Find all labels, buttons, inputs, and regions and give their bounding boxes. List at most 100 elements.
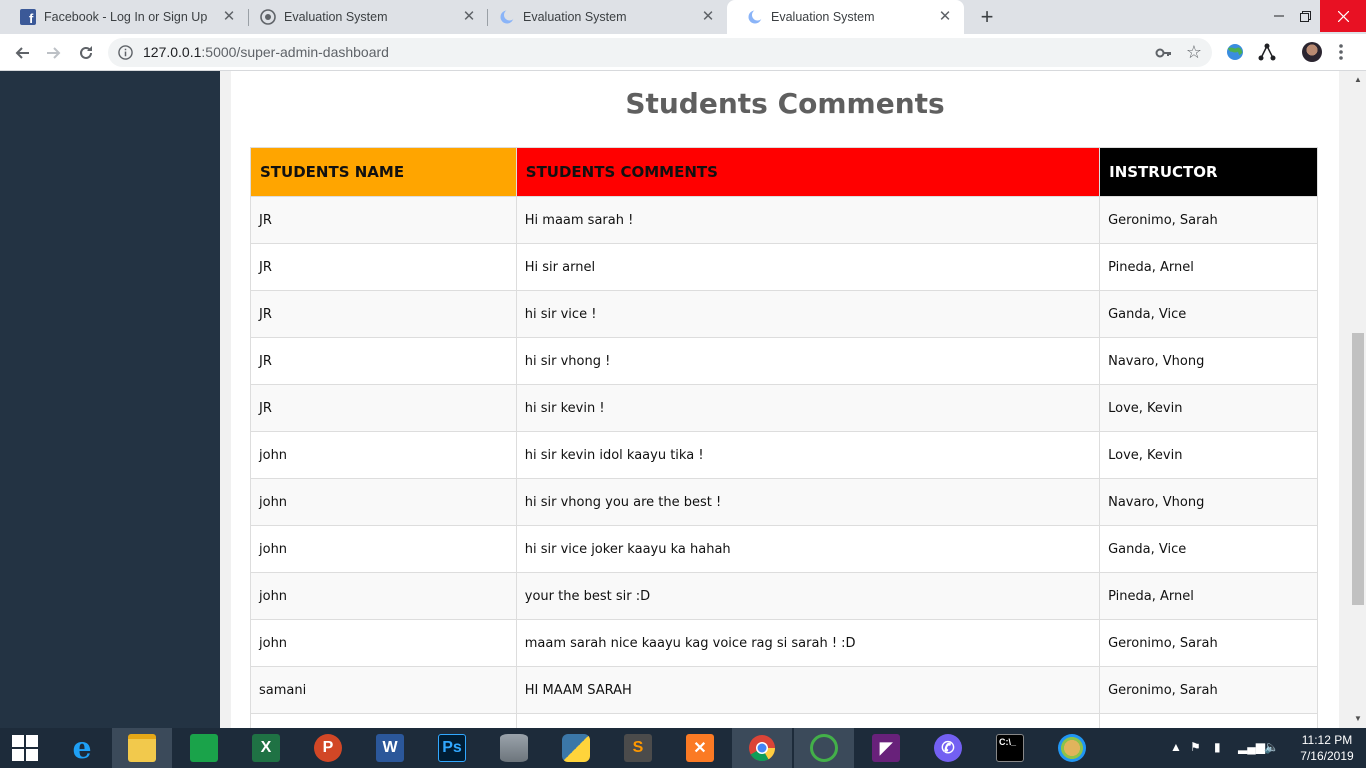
key-icon[interactable] xyxy=(1154,44,1172,62)
tab-evaluation-1[interactable]: Evaluation System ✕ xyxy=(240,0,488,34)
windows-taskbar: e X P W Ps S ✕ ◤ ✆ C:\_ ▲ ⚑ ▮ ▂▄▆ 🔈 11:1… xyxy=(0,728,1366,768)
action-center-flag-icon[interactable]: ⚑ xyxy=(1190,740,1201,756)
cell-student-comment: HI MAAM SARAH xyxy=(515,666,1101,714)
facebook-icon: f xyxy=(20,9,36,25)
sublime-icon[interactable]: S xyxy=(608,728,668,768)
profile-avatar[interactable] xyxy=(1302,42,1322,62)
cell-instructor: Pineda, Arnel xyxy=(1099,572,1318,620)
word-icon[interactable]: W xyxy=(360,728,420,768)
table-row: JR hi sir vice ! Ganda, Vice xyxy=(250,290,1318,338)
cell-instructor: Love, Kevin xyxy=(1099,384,1318,432)
cell-instructor: Navaro, Vhong xyxy=(1099,337,1318,385)
close-tab-icon[interactable]: ✕ xyxy=(699,8,717,26)
close-tab-icon[interactable]: ✕ xyxy=(220,8,238,26)
close-tab-icon[interactable]: ✕ xyxy=(936,8,954,26)
paint-icon[interactable] xyxy=(1042,728,1102,768)
powerpoint-icon[interactable]: P xyxy=(298,728,358,768)
reload-button[interactable] xyxy=(73,40,99,66)
tab-title: Evaluation System xyxy=(523,10,627,24)
cell-student-comment: hi sir vice ! xyxy=(515,290,1101,338)
bookmark-star-icon[interactable]: ☆ xyxy=(1186,42,1202,62)
table-row: john your the best sir :D Pineda, Arnel xyxy=(250,572,1318,620)
cell-student-comment: maam sarah nice kaayu kag voice rag si s… xyxy=(515,619,1101,667)
url-text: 127.0.0.1:5000/super-admin-dashboard xyxy=(143,44,389,60)
comments-table: STUDENTS NAME STUDENTS COMMENTS INSTRUCT… xyxy=(250,147,1318,728)
address-bar[interactable]: 127.0.0.1:5000/super-admin-dashboard ☆ xyxy=(108,38,1212,67)
extension-globe-icon[interactable] xyxy=(1225,42,1245,62)
header-student-comments: STUDENTS COMMENTS xyxy=(515,147,1101,197)
table-row: john maam sarah nice kaayu kag voice rag … xyxy=(250,619,1318,667)
photoshop-icon[interactable]: Ps xyxy=(422,728,482,768)
close-window-button[interactable] xyxy=(1320,0,1366,32)
close-tab-icon[interactable]: ✕ xyxy=(460,8,478,26)
clock-time: 11:12 PM xyxy=(1301,733,1353,747)
cell-student-comment: hi sir kevin ! xyxy=(515,384,1101,432)
show-hidden-icons-icon[interactable]: ▲ xyxy=(1170,740,1182,756)
system-clock[interactable]: 11:12 PM 7/16/2019 xyxy=(1292,732,1362,764)
tab-evaluation-active[interactable]: Evaluation System ✕ xyxy=(727,0,964,34)
back-button[interactable] xyxy=(9,40,35,66)
table-row: john hi sir kevin idol kaayu tika ! Love, … xyxy=(250,431,1318,479)
python-icon[interactable] xyxy=(546,728,606,768)
database-icon[interactable] xyxy=(484,728,544,768)
cell-student-comment: hi sir vhong you are the best ! xyxy=(515,478,1101,526)
sidebar xyxy=(0,71,220,728)
cell-instructor: Navaro, Vhong xyxy=(1099,478,1318,526)
cell-student-comment: your the best sir :D xyxy=(515,572,1101,620)
forward-button[interactable] xyxy=(41,40,67,66)
windows-start-icon[interactable] xyxy=(0,728,50,768)
volume-icon[interactable]: 🔈 xyxy=(1264,740,1279,756)
wifi-signal-icon[interactable]: ▂▄▆ xyxy=(1238,740,1265,756)
crescent-icon xyxy=(747,9,763,25)
tab-title: Facebook - Log In or Sign Up xyxy=(44,10,208,24)
cell-instructor: Love, Kevin xyxy=(1099,431,1318,479)
header-instructor: INSTRUCTOR xyxy=(1099,147,1318,197)
chrome-icon[interactable] xyxy=(732,728,792,768)
internet-explorer-icon[interactable]: e xyxy=(52,728,112,768)
table-row: samani HI MAAM SARAH Geronimo, Sarah xyxy=(250,666,1318,714)
cell-student-name xyxy=(250,713,517,728)
anaconda-icon[interactable] xyxy=(794,728,854,768)
cell-instructor xyxy=(1099,713,1318,728)
cmd-icon[interactable]: C:\_ xyxy=(980,728,1040,768)
back-arrow-icon xyxy=(15,47,29,59)
xampp-icon[interactable]: ✕ xyxy=(670,728,730,768)
scroll-up-icon[interactable]: ▲ xyxy=(1350,73,1366,87)
cell-instructor: Ganda, Vice xyxy=(1099,525,1318,573)
battery-icon[interactable]: ▮ xyxy=(1214,740,1221,756)
page-scrollbar[interactable]: ▲ ▼ xyxy=(1350,71,1366,728)
cell-student-name: JR xyxy=(250,290,517,338)
cell-student-name: john xyxy=(250,572,517,620)
tab-title: Evaluation System xyxy=(771,10,875,24)
info-icon[interactable] xyxy=(118,45,133,60)
crescent-icon xyxy=(499,9,515,25)
cell-student-name: JR xyxy=(250,384,517,432)
excel-icon[interactable]: X xyxy=(236,728,296,768)
table-row: JR Hi maam sarah ! Geronimo, Sarah xyxy=(250,196,1318,244)
cell-student-comment: hi sir kevin idol kaayu tika ! xyxy=(515,431,1101,479)
viber-icon[interactable]: ✆ xyxy=(918,728,978,768)
cell-student-comment xyxy=(515,713,1101,728)
visual-studio-icon[interactable]: ◤ xyxy=(856,728,916,768)
menu-dots-icon[interactable] xyxy=(1338,43,1344,61)
cell-instructor: Geronimo, Sarah xyxy=(1099,666,1318,714)
tab-evaluation-2[interactable]: Evaluation System ✕ xyxy=(479,0,727,34)
table-body: JR Hi maam sarah ! Geronimo, Sarah JR Hi sir… xyxy=(250,196,1318,728)
cell-student-name: john xyxy=(250,478,517,526)
scroll-down-icon[interactable]: ▼ xyxy=(1350,712,1366,726)
globe-icon xyxy=(260,9,276,25)
new-tab-button[interactable]: + xyxy=(975,5,999,29)
store-icon[interactable] xyxy=(174,728,234,768)
extension-network-icon[interactable] xyxy=(1257,42,1277,62)
scrollbar-thumb[interactable] xyxy=(1352,333,1364,605)
clock-date: 7/16/2019 xyxy=(1300,749,1354,763)
file-explorer-icon[interactable] xyxy=(112,728,172,768)
tab-facebook[interactable]: f Facebook - Log In or Sign Up ✕ xyxy=(0,0,248,34)
cell-student-comment: hi sir vhong ! xyxy=(515,337,1101,385)
table-row xyxy=(250,713,1318,728)
cell-instructor: Pineda, Arnel xyxy=(1099,243,1318,291)
tab-strip: f Facebook - Log In or Sign Up ✕ Evaluat… xyxy=(0,0,1366,34)
cell-student-comment: hi sir vice joker kaayu ka hahah xyxy=(515,525,1101,573)
cell-student-name: john xyxy=(250,525,517,573)
tab-title: Evaluation System xyxy=(284,10,388,24)
